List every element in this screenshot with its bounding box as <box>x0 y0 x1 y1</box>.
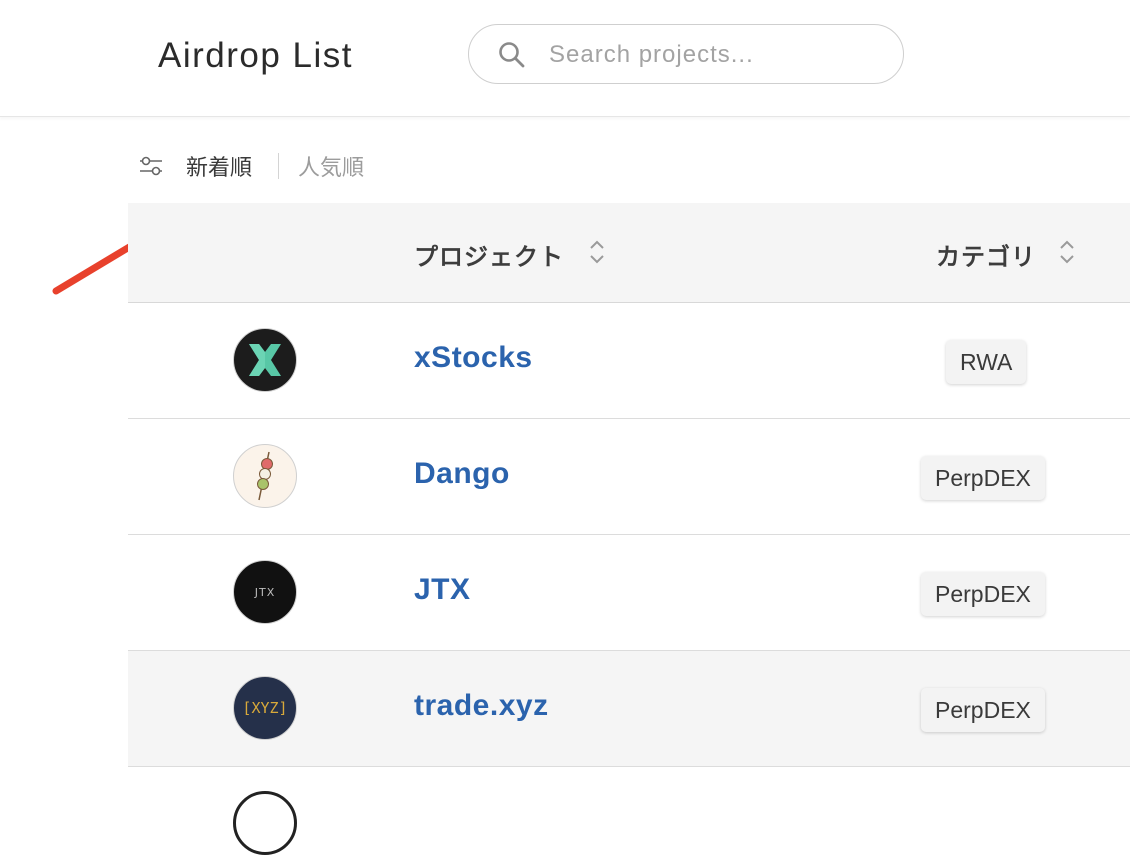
x-logo-icon <box>249 344 281 376</box>
project-link[interactable]: Dango <box>414 457 510 491</box>
sort-newest-button[interactable]: 新着順 <box>186 150 252 182</box>
sort-divider <box>278 153 279 179</box>
sort-toggle-icon[interactable] <box>588 237 606 267</box>
filter-settings-icon <box>140 156 162 176</box>
table-header: プロジェクト カテゴリ <box>128 203 1130 303</box>
table-row[interactable] <box>128 767 1130 855</box>
tradexyz-logo: [XYZ] <box>233 676 297 740</box>
category-badge[interactable]: RWA <box>946 340 1027 384</box>
category-badge[interactable]: PerpDEX <box>921 572 1045 616</box>
search-box[interactable] <box>468 24 904 84</box>
sort-toggle-icon[interactable] <box>1058 237 1076 267</box>
table-row[interactable]: [XYZ] trade.xyz PerpDEX <box>128 651 1130 767</box>
table-row[interactable]: JTX JTX PerpDEX <box>128 535 1130 651</box>
tradexyz-logo-text: [XYZ] <box>242 699 288 717</box>
column-header-project[interactable]: プロジェクト <box>414 237 564 272</box>
search-input[interactable] <box>547 37 881 73</box>
site-logo[interactable]: Airdrop List <box>158 36 353 76</box>
projects-table: プロジェクト カテゴリ xStocks RWA Dango PerpDEX JT… <box>128 203 1130 855</box>
top-header: Airdrop List <box>0 0 1130 117</box>
xstocks-logo <box>233 328 297 392</box>
category-badge[interactable]: PerpDEX <box>921 688 1045 732</box>
table-row[interactable]: Dango PerpDEX <box>128 419 1130 535</box>
category-badge[interactable]: PerpDEX <box>921 456 1045 500</box>
project-link[interactable]: JTX <box>414 573 471 607</box>
project-link[interactable]: xStocks <box>414 341 533 375</box>
jtx-logo: JTX <box>233 560 297 624</box>
sort-popular-button[interactable]: 人気順 <box>298 150 364 182</box>
column-header-category[interactable]: カテゴリ <box>936 237 1036 272</box>
jtx-logo-text: JTX <box>254 585 276 599</box>
table-row[interactable]: xStocks RWA <box>128 303 1130 419</box>
project-link[interactable]: trade.xyz <box>414 689 549 723</box>
project-avatar <box>233 791 297 855</box>
dango-logo <box>233 444 297 508</box>
dango-skewer-icon <box>257 451 273 501</box>
search-icon <box>499 42 525 68</box>
